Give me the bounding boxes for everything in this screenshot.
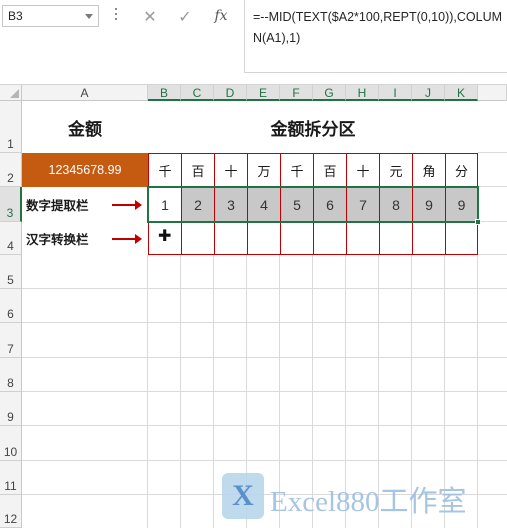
cell-g4[interactable] (313, 221, 347, 255)
insert-function-button[interactable]: fx (208, 4, 234, 28)
row-header-2[interactable]: 2 (0, 153, 22, 187)
gridline (22, 288, 507, 289)
row4-label-text: 汉字转换栏 (26, 232, 89, 247)
cell-j2-unit[interactable]: 角 (412, 153, 446, 188)
cell-b1-merged[interactable]: 金额拆分区 (148, 101, 478, 153)
cell-b2-unit[interactable]: 千 (148, 153, 182, 188)
cell-k4[interactable] (445, 221, 478, 255)
row-header-8[interactable]: 8 (0, 358, 22, 392)
row3-label-text: 数字提取栏 (26, 198, 89, 213)
column-header-k[interactable]: K (445, 85, 478, 101)
row-header-4[interactable]: 4 (0, 222, 22, 255)
arrow-right-icon (112, 200, 142, 210)
cell-e4[interactable] (247, 221, 281, 255)
watermark-logo: X (222, 473, 264, 519)
row-header-9[interactable]: 9 (0, 392, 22, 426)
watermark: X Excel880工作室 (218, 468, 504, 526)
cell-c4[interactable] (181, 221, 215, 255)
cell-d2-unit[interactable]: 十 (214, 153, 248, 188)
gridline (22, 425, 507, 426)
cell-g2-unit[interactable]: 百 (313, 153, 347, 188)
column-header-e[interactable]: E (247, 85, 280, 101)
arrow-right-icon (112, 234, 142, 244)
fill-handle[interactable] (475, 219, 481, 225)
formula-toolbar: B3 ✕ ✓ fx =--MID(TEXT($A2*100,REPT(0,10)… (0, 0, 507, 85)
row-header-1[interactable]: 1 (0, 101, 22, 153)
row-header-12[interactable]: 12 (0, 495, 22, 528)
select-all-button[interactable] (0, 85, 22, 101)
column-header-b[interactable]: B (148, 85, 181, 101)
watermark-text: Excel880工作室 (270, 486, 467, 518)
cell-cursor-icon: ✚ (158, 226, 172, 245)
cell-a2-amount[interactable]: 12345678.99 (22, 153, 148, 187)
column-header-g[interactable]: G (313, 85, 346, 101)
row-header-5[interactable]: 5 (0, 255, 22, 289)
cell-k2-unit[interactable]: 分 (445, 153, 478, 188)
cell-b3-digit[interactable]: 1 (148, 187, 182, 222)
gridline (22, 391, 507, 392)
gridline (22, 357, 507, 358)
column-header-h[interactable]: H (346, 85, 379, 101)
cross-icon[interactable]: ✕ (137, 4, 163, 28)
cell-f4[interactable] (280, 221, 314, 255)
name-box[interactable]: B3 (2, 5, 99, 27)
cell-g3-digit[interactable]: 6 (313, 187, 347, 222)
cell-j4[interactable] (412, 221, 446, 255)
gridline (22, 322, 507, 323)
cell-f3-digit[interactable]: 5 (280, 187, 314, 222)
column-header-a[interactable]: A (22, 85, 148, 101)
cell-h4[interactable] (346, 221, 380, 255)
check-icon[interactable]: ✓ (172, 4, 198, 28)
worksheet-grid[interactable]: A B C D E F G H I J K 1 2 3 4 5 6 7 8 9 … (0, 85, 507, 528)
cell-h3-digit[interactable]: 7 (346, 187, 380, 222)
cell-c2-unit[interactable]: 百 (181, 153, 215, 188)
cell-a1[interactable]: 金额 (22, 101, 148, 153)
select-all-triangle-icon (10, 89, 19, 98)
row-header-11[interactable]: 11 (0, 461, 22, 495)
name-box-value: B3 (8, 9, 23, 23)
cell-i3-digit[interactable]: 8 (379, 187, 413, 222)
column-header-j[interactable]: J (412, 85, 445, 101)
cell-i2-unit[interactable]: 元 (379, 153, 413, 188)
chevron-down-icon[interactable] (85, 14, 93, 19)
cell-e3-digit[interactable]: 4 (247, 187, 281, 222)
formula-input[interactable]: =--MID(TEXT($A2*100,REPT(0,10)),COLUMN(A… (244, 0, 507, 73)
cell-f2-unit[interactable]: 千 (280, 153, 314, 188)
cell-d4[interactable] (214, 221, 248, 255)
grip-icon[interactable] (114, 8, 118, 22)
cell-d3-digit[interactable]: 3 (214, 187, 248, 222)
column-header-l[interactable] (478, 85, 507, 101)
cell-e2-unit[interactable]: 万 (247, 153, 281, 188)
cell-i4[interactable] (379, 221, 413, 255)
cell-h2-unit[interactable]: 十 (346, 153, 380, 188)
row-header-10[interactable]: 10 (0, 426, 22, 461)
column-header-d[interactable]: D (214, 85, 247, 101)
row-header-3[interactable]: 3 (0, 187, 22, 222)
cell-j3-digit[interactable]: 9 (412, 187, 446, 222)
column-header-f[interactable]: F (280, 85, 313, 101)
cell-k3-digit[interactable]: 9 (445, 187, 478, 222)
cell-c3-digit[interactable]: 2 (181, 187, 215, 222)
row-header-6[interactable]: 6 (0, 289, 22, 323)
formula-text: =--MID(TEXT($A2*100,REPT(0,10)),COLUMN(A… (253, 10, 503, 45)
column-header-i[interactable]: I (379, 85, 412, 101)
row-header-7[interactable]: 7 (0, 323, 22, 358)
column-header-c[interactable]: C (181, 85, 214, 101)
gridline (22, 460, 507, 461)
